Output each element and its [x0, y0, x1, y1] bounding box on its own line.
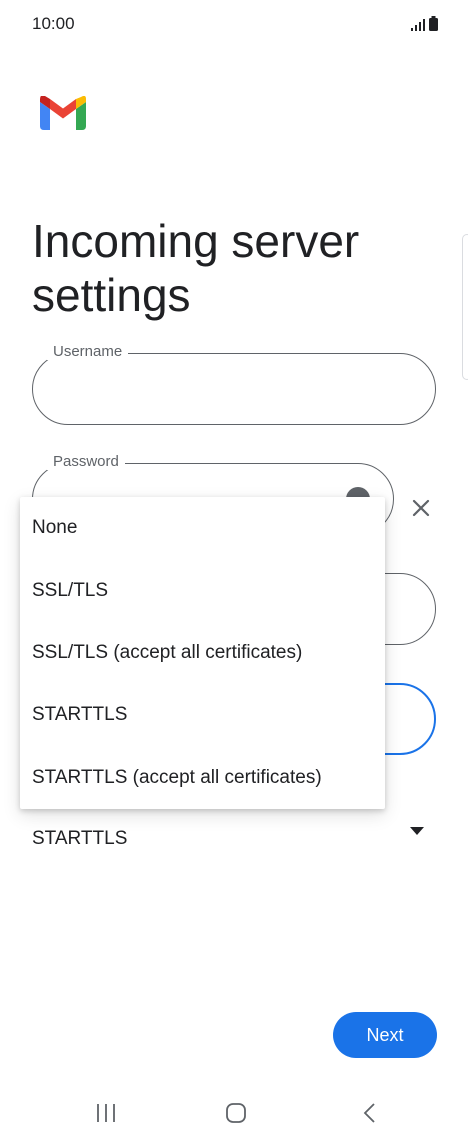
status-time: 10:00: [32, 14, 75, 33]
username-label: Username: [47, 343, 129, 360]
back-icon[interactable]: [360, 1102, 382, 1124]
status-bar: 10:00: [0, 0, 468, 48]
page-title: Incoming server settings: [32, 214, 360, 321]
home-icon[interactable]: [225, 1102, 247, 1124]
password-label: Password: [47, 453, 125, 470]
security-type-menu: None SSL/TLS SSL/TLS (accept all certifi…: [20, 497, 385, 809]
menu-item-starttls-accept-all[interactable]: STARTTLS (accept all certificates): [20, 747, 385, 809]
menu-item-starttls[interactable]: STARTTLS: [20, 684, 385, 746]
dropdown-arrow-icon[interactable]: [410, 827, 424, 835]
signal-icon: [411, 19, 425, 31]
menu-item-ssl-tls[interactable]: SSL/TLS: [20, 559, 385, 621]
scroll-handle[interactable]: [462, 234, 468, 380]
status-icons: [411, 16, 438, 31]
navigation-bar: [0, 1090, 468, 1144]
gmail-logo: [40, 96, 86, 130]
battery-icon: [429, 16, 438, 31]
menu-item-ssl-tls-accept-all[interactable]: SSL/TLS (accept all certificates): [20, 622, 385, 684]
security-type-value[interactable]: STARTTLS: [32, 828, 127, 850]
close-icon[interactable]: [409, 496, 433, 520]
next-button[interactable]: Next: [333, 1012, 437, 1058]
username-field[interactable]: Username: [32, 343, 436, 425]
menu-item-none[interactable]: None: [20, 497, 385, 559]
recents-icon[interactable]: [95, 1102, 117, 1124]
